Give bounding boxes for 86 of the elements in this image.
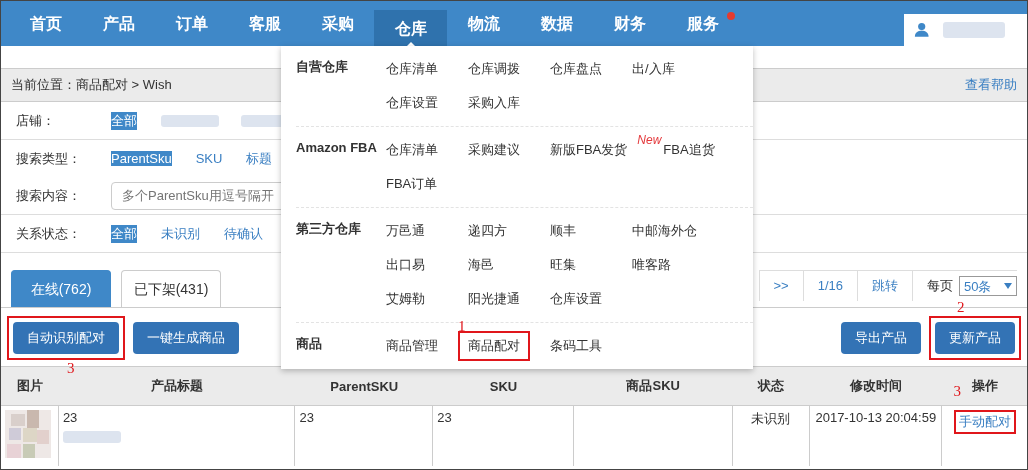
pagination-link[interactable]: >> [758,271,803,301]
nav-tab[interactable]: 财务 [593,1,666,46]
menu-item[interactable]: 出/入库 [622,54,685,84]
pagination-link[interactable]: 跳转 [857,271,912,301]
menu-item[interactable]: 艾姆勒 [376,284,435,314]
per-page-label: 每页 [912,271,959,301]
column-header: 图片 [16,378,43,393]
annotation-number: 2 [957,300,965,315]
table-cell: 23 [437,410,452,425]
nav-tab[interactable]: 产品 [82,1,155,46]
filter-option[interactable]: SKU [195,151,223,166]
tab[interactable]: 已下架(431) [121,270,221,307]
nav-tab[interactable]: 客服 [228,1,301,46]
menu-item[interactable]: 仓库清单 [376,135,448,165]
nav-tab[interactable]: 采购 [301,1,374,46]
filter-label: 搜索类型： [16,149,82,168]
menu-item[interactable]: 商品配对 [458,331,530,361]
user-icon [914,21,930,39]
nav-tab[interactable]: 服务 [666,1,739,46]
menu-item[interactable]: 旺集 [540,250,586,280]
menu-item[interactable]: 仓库盘点 [540,54,612,84]
action-button[interactable]: 自动识别配对 [13,322,119,354]
per-page-select[interactable]: 50条 [959,276,1017,296]
filter-option[interactable]: ParentSku [111,151,172,166]
annotation-number: 1 [458,319,466,334]
filter-label: 店铺： [16,111,56,130]
dropdown-arrow-icon [1004,283,1012,289]
breadcrumb: 当前位置：商品配对 > Wish [11,76,172,94]
menu-item[interactable]: 采购建议 [458,135,530,165]
annotation-number: 3 [953,384,962,399]
column-header: ParentSKU [330,378,399,394]
action-button[interactable]: 一键生成商品 [133,322,239,354]
menu-item[interactable]: 递四方 [458,216,517,246]
table-cell: 未识别 [751,411,791,426]
menu-item[interactable]: FBA订单 [376,169,448,199]
action-button[interactable]: 更新产品 [935,322,1015,354]
table-cell: 23 [299,410,314,425]
match-link[interactable]: 手动配对 [953,410,1016,434]
nav-tab[interactable]: 订单 [155,1,228,46]
menu-item[interactable]: 仓库设置 [376,88,448,118]
filter-option[interactable]: 全部 [111,224,137,243]
blurred-username [943,22,1005,38]
annotation-number: 3 [67,361,75,376]
column-header: SKU [489,378,518,394]
menu-section-heading: 商品 [296,335,323,353]
menu-item[interactable]: 中邮海外仓 [622,216,707,246]
menu-item[interactable]: 万邑通 [376,216,435,246]
menu-item[interactable]: 顺丰 [540,216,586,246]
filter-label: 搜索内容： [16,186,82,205]
menu-item[interactable]: 仓库调拨 [458,54,530,84]
column-header: 操作 [971,378,998,393]
table-cell: 23 [62,410,78,425]
column-header: 状态 [758,378,785,393]
menu-item[interactable]: 海邑 [458,250,504,280]
menu-item[interactable]: 仓库设置 [540,284,612,314]
filter-label: 关系状态： [16,224,82,243]
action-button[interactable]: 导出产品 [841,322,921,354]
new-label: New [637,133,662,147]
nav-tab[interactable]: 物流 [447,1,520,46]
menu-item[interactable]: 仓库清单 [376,54,448,84]
menu-item[interactable]: 唯客路 [622,250,681,280]
menu-item[interactable]: 采购入库 [458,88,530,118]
column-header: 商品SKU [626,378,680,393]
nav-tab[interactable]: 首页 [9,1,82,46]
column-header: 修改时间 [850,378,903,393]
filter-option[interactable]: 待确认 [224,224,263,243]
menu-section-heading: Amazon FBA [296,139,378,157]
table-cell: 2017-10-13 20:04:59 [815,410,937,425]
help-link[interactable]: 查看帮助 [965,76,1017,94]
menu-section-heading: 第三方仓库 [296,220,362,238]
menu-item[interactable]: 条码工具 [540,331,612,361]
nav-tab[interactable]: 数据 [520,1,593,46]
menu-item[interactable]: 出口易 [376,250,435,280]
user-menu[interactable] [904,14,1027,46]
menu-section-heading: 自营仓库 [296,58,349,76]
filter-option[interactable]: 全部 [111,111,137,130]
nav-tab[interactable]: 仓库 [374,10,447,48]
pagination-link[interactable]: 1/16 [802,271,857,301]
filter-option[interactable]: 未识别 [161,224,200,243]
menu-item[interactable]: 阳光捷通 [458,284,530,314]
filter-option[interactable]: 标题 [246,149,273,168]
blurred-option[interactable] [161,114,219,127]
menu-item[interactable]: 新版FBA发货 [540,135,638,165]
column-header: 产品标题 [151,378,204,393]
tab[interactable]: 在线(762) [11,270,111,307]
menu-item[interactable]: 商品管理 [376,331,448,361]
